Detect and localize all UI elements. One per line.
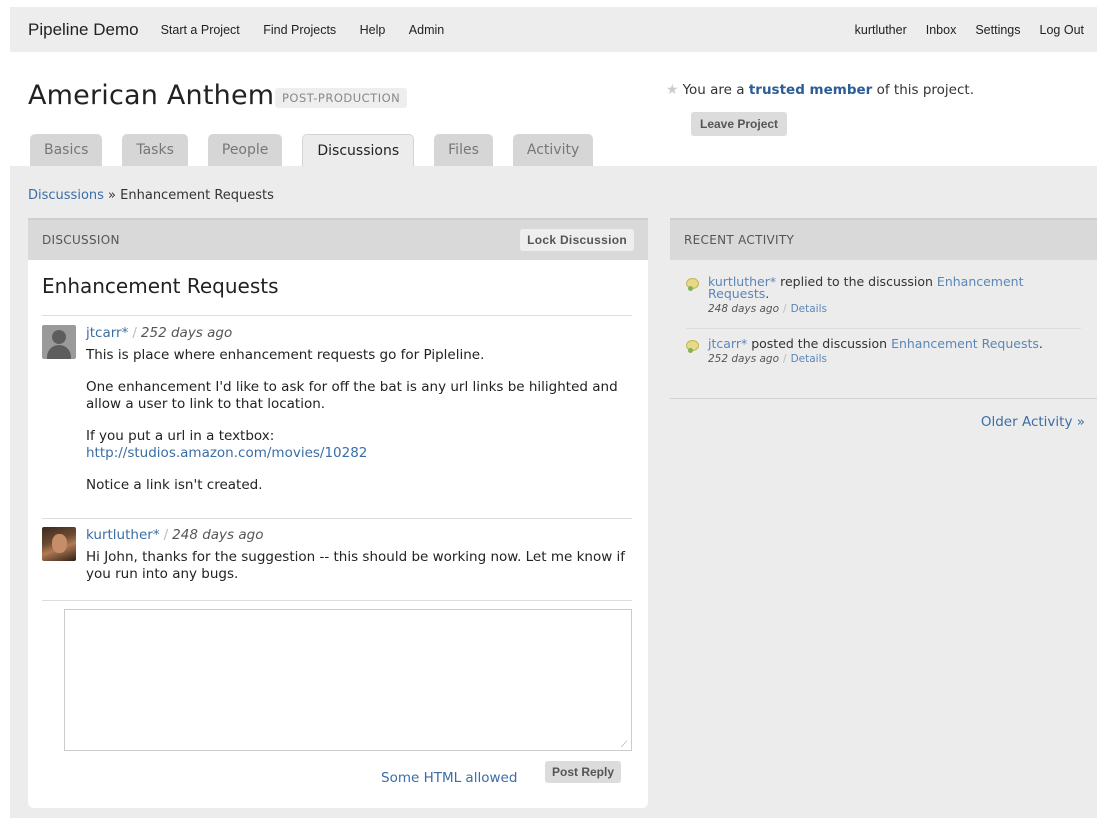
post-paragraph: Notice a link isn't created. [86,477,263,493]
activity-period: . [765,286,770,301]
post-paragraph: Hi John, thanks for the suggestion -- th… [86,549,626,582]
avatar[interactable] [42,527,76,561]
discussion-bubble-icon [686,278,699,291]
divider [686,328,1081,329]
stage-badge: POST-PRODUCTION [275,88,408,108]
discussion-bubble-icon [686,340,699,353]
discussion-header-label: DISCUSSION [42,233,120,247]
activity-meta: 252 days ago / Details [708,353,1086,365]
html-allowed-link[interactable]: Some HTML allowed [381,770,517,786]
tab-tasks[interactable]: Tasks [122,134,188,166]
activity-details-link[interactable]: Details [791,353,827,365]
avatar[interactable] [42,325,76,359]
activity-header-label: RECENT ACTIVITY [684,233,795,247]
project-tabs: Basics Tasks People Discussions Files Ac… [30,134,613,167]
post-paragraph-text: If you put a url in a textbox: [86,428,275,444]
star-icon: ★ [666,82,679,98]
activity-panel-header: RECENT ACTIVITY [670,218,1097,260]
divider [42,600,632,601]
nav-left: Start a Project Find Projects Help Admin [161,21,464,39]
activity-text: kurtluther* replied to the discussion En… [708,274,1086,301]
post: jtcarr*/252 days ago This is place where… [42,325,632,509]
post: kurtluther*/248 days ago Hi John, thanks… [42,527,632,598]
nav-find-projects[interactable]: Find Projects [263,23,336,37]
nav-right: kurtluther Inbox Settings Log Out [855,23,1097,37]
post-paragraph: If you put a url in a textbox: http://st… [86,428,632,462]
tab-discussions[interactable]: Discussions [302,134,415,167]
post-time: 248 days ago [172,527,264,543]
recent-activity-panel: RECENT ACTIVITY kurtluther* replied to t… [670,218,1097,430]
activity-target-link[interactable]: Enhancement Requests [891,336,1039,351]
activity-text: jtcarr* posted the discussion Enhancemen… [708,336,1086,351]
leave-project-button[interactable]: Leave Project [691,112,788,136]
post-paragraph: One enhancement I'd like to ask for off … [86,379,618,412]
activity-details-link[interactable]: Details [791,303,827,315]
top-nav-bar: Pipeline Demo Start a Project Find Proje… [10,7,1097,52]
nav-logout[interactable]: Log Out [1040,23,1084,37]
divider [42,315,632,316]
post-paragraph: This is place where enhancement requests… [86,347,485,363]
post-body: jtcarr*/252 days ago This is place where… [86,325,632,494]
reply-textarea[interactable] [64,609,632,751]
membership-prefix: You are a [682,82,745,98]
meta-separator: / [132,325,137,341]
activity-item: jtcarr* posted the discussion Enhancemen… [686,336,1086,365]
nav-settings[interactable]: Settings [975,23,1020,37]
post-body: kurtluther*/248 days ago Hi John, thanks… [86,527,632,583]
breadcrumb-discussions-link[interactable]: Discussions [28,188,104,203]
content-area: Discussions » Enhancement Requests DISCU… [10,166,1097,818]
activity-user-link[interactable]: jtcarr* [708,336,747,351]
activity-action: posted the discussion [751,336,888,351]
meta-separator: / [163,527,169,543]
discussion-title: Enhancement Requests [42,274,279,298]
divider [42,518,632,519]
brand-link[interactable]: Pipeline Demo [28,20,139,40]
discussion-panel: DISCUSSION Lock Discussion Enhancement R… [28,218,648,808]
discussion-panel-header: DISCUSSION Lock Discussion [28,218,648,260]
post-author-link[interactable]: jtcarr* [86,325,128,341]
project-title: American Anthem [28,80,275,111]
post-reply-button[interactable]: Post Reply [545,761,622,783]
nav-inbox[interactable]: Inbox [926,23,957,37]
nav-help[interactable]: Help [360,23,386,37]
activity-meta: 248 days ago / Details [708,303,1086,315]
nav-admin[interactable]: Admin [409,23,444,37]
meta-separator: / [783,353,787,365]
breadcrumb-separator: » [108,188,117,203]
membership-status: ★ You are a trusted member of this projec… [666,82,974,98]
post-author-link[interactable]: kurtluther* [86,527,160,543]
activity-period: . [1038,336,1043,351]
tab-people[interactable]: People [207,134,283,166]
tab-files[interactable]: Files [434,134,493,166]
nav-start-project[interactable]: Start a Project [161,23,240,37]
tab-activity[interactable]: Activity [512,134,594,166]
activity-time: 252 days ago [708,353,780,365]
activity-item: kurtluther* replied to the discussion En… [686,274,1086,315]
post-meta: jtcarr*/252 days ago [86,325,632,342]
breadcrumb-current: Enhancement Requests [120,188,274,203]
older-activity-link[interactable]: Older Activity » [981,414,1085,430]
membership-suffix: of this project. [876,82,974,98]
membership-role: trusted member [748,82,873,98]
lock-discussion-button[interactable]: Lock Discussion [520,229,634,251]
post-meta: kurtluther*/248 days ago [86,527,632,544]
meta-separator: / [783,303,787,315]
activity-action: replied to the discussion [780,274,933,289]
breadcrumb: Discussions » Enhancement Requests [28,188,274,203]
resize-handle-icon[interactable]: ⟋ [621,740,646,806]
post-url-link[interactable]: http://studios.amazon.com/movies/10282 [86,445,367,461]
nav-user[interactable]: kurtluther [855,23,907,37]
divider [670,398,1097,399]
activity-time: 248 days ago [708,303,780,315]
tab-basics[interactable]: Basics [30,134,103,166]
post-time: 252 days ago [140,325,233,341]
